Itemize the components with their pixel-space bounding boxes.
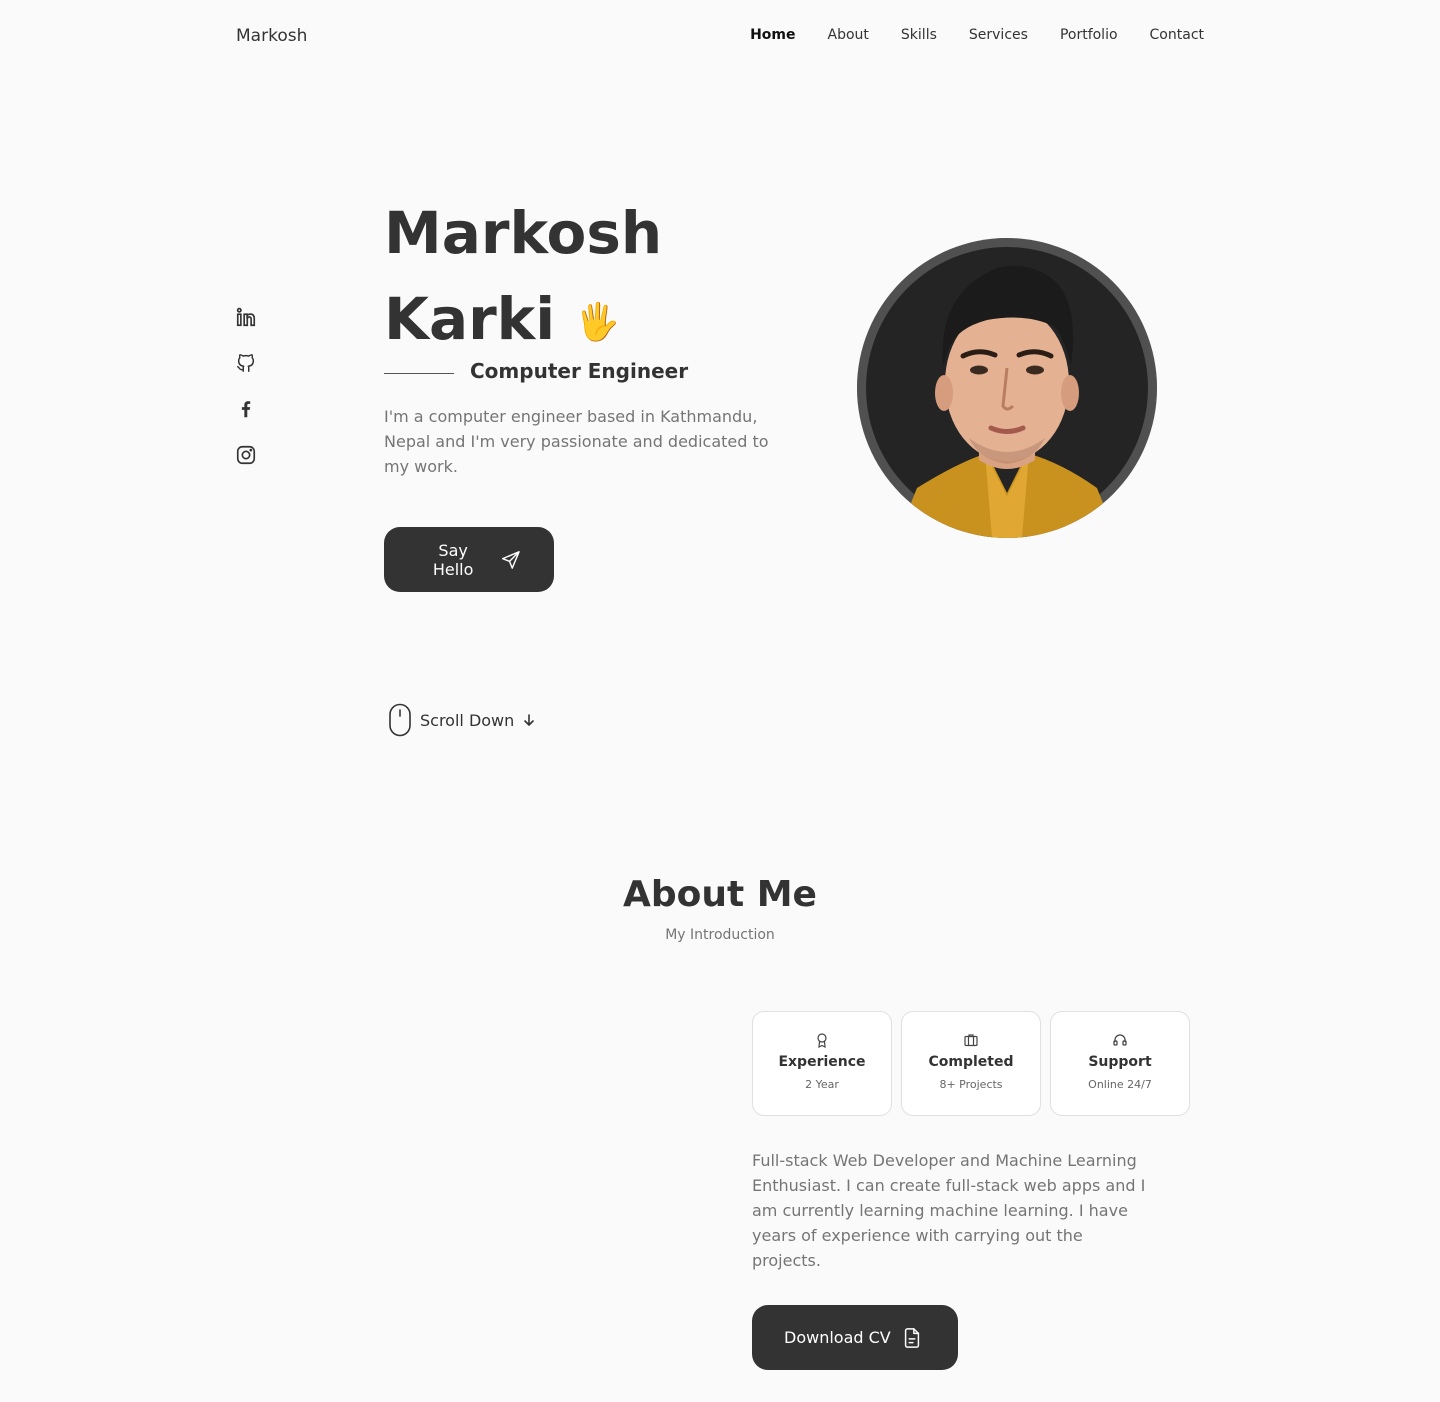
site-header: Markosh Home About Skills Services Portf… (0, 0, 1440, 72)
nav-services[interactable]: Services (969, 27, 1028, 43)
completed-value: 8+ Projects (939, 1078, 1003, 1091)
hero-subtitle: Computer Engineer (470, 359, 689, 383)
scroll-down-link[interactable]: Scroll Down (388, 703, 536, 737)
nav-portfolio[interactable]: Portfolio (1060, 27, 1118, 43)
main-nav: Home About Skills Services Portfolio Con… (750, 27, 1204, 43)
headset-icon (1113, 1034, 1127, 1046)
subtitle-divider (384, 373, 454, 374)
experience-card: Experience 2 Year (752, 1011, 892, 1116)
arrow-down-icon (524, 714, 535, 726)
instagram-icon[interactable] (235, 444, 257, 466)
download-cv-label: Download CV (784, 1328, 891, 1347)
nav-contact[interactable]: Contact (1150, 27, 1204, 43)
send-icon (502, 550, 521, 569)
linkedin-icon[interactable] (235, 306, 257, 328)
about-title: About Me (623, 874, 817, 915)
about-info-cards: Experience 2 Year Completed 8+ Projects … (752, 1011, 1190, 1116)
support-value: Online 24/7 (1088, 1078, 1152, 1091)
award-icon (817, 1033, 827, 1048)
completed-title: Completed (928, 1054, 1014, 1070)
wave-emoji-icon: 🖐 (575, 301, 621, 343)
hero-last-name: Karki (384, 285, 556, 353)
file-icon (904, 1327, 919, 1348)
nav-skills[interactable]: Skills (901, 27, 937, 43)
github-icon[interactable] (235, 352, 257, 374)
about-description: Full-stack Web Developer and Machine Lea… (752, 1151, 1146, 1270)
facebook-icon[interactable] (235, 398, 257, 420)
support-card: Support Online 24/7 (1050, 1011, 1190, 1116)
hero-first-name: Markosh (384, 199, 663, 267)
scroll-down-label: Scroll Down (420, 710, 515, 730)
social-links (235, 306, 257, 466)
experience-value: 2 Year (805, 1078, 839, 1091)
nav-home[interactable]: Home (750, 27, 795, 43)
say-hello-button[interactable]: Say Hello (384, 527, 554, 592)
logo-link[interactable]: Markosh (236, 26, 307, 46)
mouse-icon (389, 703, 411, 737)
profile-avatar (857, 238, 1157, 538)
hero-description: I'm a computer engineer based in Kathman… (384, 407, 769, 476)
briefcase-icon (964, 1034, 978, 1047)
download-cv-button[interactable]: Download CV (752, 1305, 958, 1370)
hero-name: Markosh Karki 🖐 (384, 190, 662, 366)
nav-about[interactable]: About (828, 27, 869, 43)
about-subtitle: My Introduction (665, 927, 775, 943)
experience-title: Experience (778, 1054, 866, 1070)
say-hello-label: Say Hello (432, 540, 474, 579)
completed-card: Completed 8+ Projects (901, 1011, 1041, 1116)
support-title: Support (1088, 1054, 1152, 1070)
